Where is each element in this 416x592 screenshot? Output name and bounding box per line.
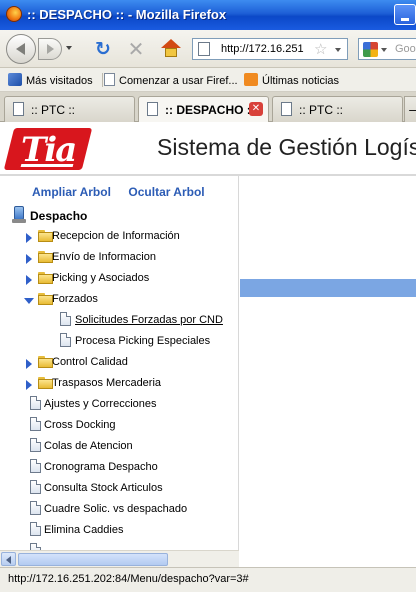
tree-item-label[interactable]: Colas de Atencion [44, 440, 133, 452]
tree-folder-label: Envío de Informacion [52, 251, 156, 263]
back-forward-group [6, 34, 82, 64]
bookmark-label: Últimas noticias [262, 75, 340, 87]
tree-folder-label: Picking y Asociados [52, 272, 150, 284]
document-icon [30, 459, 41, 473]
tree-item-label[interactable]: Procesa Picking Especiales [75, 335, 210, 347]
tree-item-label[interactable]: Elimina Caddies [44, 524, 123, 536]
tree-folder-label: Traspasos Mercaderia [52, 377, 162, 389]
home-icon[interactable] [160, 38, 182, 60]
tab-ptc-2[interactable]: :: PTC :: [272, 96, 403, 122]
firefox-icon [6, 6, 22, 22]
document-icon [60, 312, 71, 326]
tree-item-label[interactable]: Solicitudes Forzadas por CND [75, 314, 223, 326]
bookmarks-toolbar: Más visitados Comenzar a usar Firef... Ú… [0, 68, 416, 92]
expand-arrow-icon[interactable] [26, 233, 32, 243]
bookmark-most-visited[interactable]: Más visitados [8, 73, 93, 87]
url-dropdown-icon[interactable] [335, 48, 341, 52]
tree-item-label[interactable]: Cronograma Despacho [44, 461, 158, 473]
system-title: Sistema de Gestión Logísti [157, 134, 416, 160]
stop-icon[interactable]: ✕ [126, 39, 146, 59]
minimize-icon [401, 18, 409, 21]
computer-icon [14, 206, 24, 220]
tree-folder-label: Recepcion de Información [52, 230, 180, 242]
document-icon [30, 396, 41, 410]
window-title: :: DESPACHO :: - Mozilla Firefox [27, 7, 227, 22]
document-icon [30, 501, 41, 515]
url-text[interactable]: http://172.16.251 [221, 43, 313, 55]
tree-folder-label: Forzados [52, 293, 98, 305]
page-header: Tia Sistema de Gestión Logísti [0, 122, 416, 176]
scroll-left-icon[interactable] [1, 552, 16, 566]
search-engine-dropdown-icon[interactable] [381, 48, 387, 52]
forward-button[interactable] [38, 38, 62, 60]
history-dropdown-icon[interactable] [66, 46, 72, 50]
back-button[interactable] [6, 34, 36, 64]
reload-icon[interactable]: ↻ [93, 39, 113, 59]
tab-scroll-icon: − [408, 104, 416, 117]
company-logo: Tia [3, 126, 93, 172]
tab-scroll-button[interactable]: − [404, 96, 416, 122]
search-placeholder: Goo [395, 43, 416, 55]
tree-menu-frame: Ampliar Arbol Ocultar Arbol Despacho Rec… [0, 176, 239, 550]
expand-arrow-icon[interactable] [26, 359, 32, 369]
status-bar: http://172.16.251.202:84/Menu/despacho?v… [0, 567, 416, 592]
tree-controls: Ampliar Arbol Ocultar Arbol [32, 185, 219, 199]
document-icon [60, 333, 71, 347]
tab-despacho[interactable]: :: DESPACHO :: ✕ [138, 96, 269, 123]
document-icon [30, 438, 41, 452]
tree-folder-label: Control Calidad [52, 356, 128, 368]
minimize-button[interactable] [394, 4, 416, 25]
hide-tree-link[interactable]: Ocultar Arbol [128, 185, 204, 199]
url-bar[interactable]: http://172.16.251 ☆ [192, 38, 348, 60]
page-icon [198, 42, 210, 56]
tree-root-label: Despacho [30, 209, 88, 223]
scrollbar-thumb[interactable] [18, 553, 168, 566]
tab-label: :: PTC :: [299, 103, 344, 117]
tree-horizontal-scrollbar[interactable] [0, 550, 239, 567]
bookmark-getting-started[interactable]: Comenzar a usar Firef... [104, 73, 238, 87]
navigation-toolbar: ↻ ✕ http://172.16.251 ☆ Goo [0, 30, 416, 68]
tab-label: :: DESPACHO :: [165, 103, 255, 117]
search-box[interactable]: Goo [358, 38, 416, 60]
bookmark-star-icon[interactable]: ☆ [314, 40, 327, 58]
page-icon [147, 102, 158, 116]
tree-item-label[interactable]: Cuadre Solic. vs despachado [44, 503, 187, 515]
tree-item-label[interactable]: Consulta Stock Articulos [44, 482, 163, 494]
document-icon [30, 522, 41, 536]
document-icon [30, 543, 41, 550]
bookmark-label: Comenzar a usar Firef... [119, 75, 238, 87]
expand-arrow-icon[interactable] [26, 380, 32, 390]
window-titlebar: :: DESPACHO :: - Mozilla Firefox [0, 0, 416, 30]
content-header-bar [240, 279, 416, 297]
tab-ptc-1[interactable]: :: PTC :: [4, 96, 135, 122]
expand-arrow-icon[interactable] [26, 275, 32, 285]
bookmark-label: Más visitados [26, 75, 93, 87]
tree-item-label[interactable]: Cross Docking [44, 419, 116, 431]
tree-item-label[interactable]: Ajustes y Correcciones [44, 398, 157, 410]
google-icon[interactable] [363, 42, 378, 57]
status-text: http://172.16.251.202:84/Menu/despacho?v… [8, 573, 249, 585]
page-icon [281, 102, 292, 116]
most-visited-icon [8, 73, 22, 86]
tab-label: :: PTC :: [31, 103, 76, 117]
rss-icon [244, 73, 258, 86]
bookmark-latest-news[interactable]: Últimas noticias [244, 73, 339, 87]
page-icon [104, 73, 115, 86]
expand-arrow-icon[interactable] [26, 254, 32, 264]
content-frame [240, 176, 416, 567]
collapse-arrow-icon[interactable] [24, 298, 34, 304]
document-icon [30, 417, 41, 431]
tab-strip: :: PTC :: :: DESPACHO :: ✕ :: PTC :: − [0, 92, 416, 123]
page-icon [13, 102, 24, 116]
bookmark-separator [102, 73, 103, 87]
document-icon [30, 480, 41, 494]
close-tab-icon[interactable]: ✕ [249, 102, 263, 116]
expand-tree-link[interactable]: Ampliar Arbol [32, 185, 111, 199]
